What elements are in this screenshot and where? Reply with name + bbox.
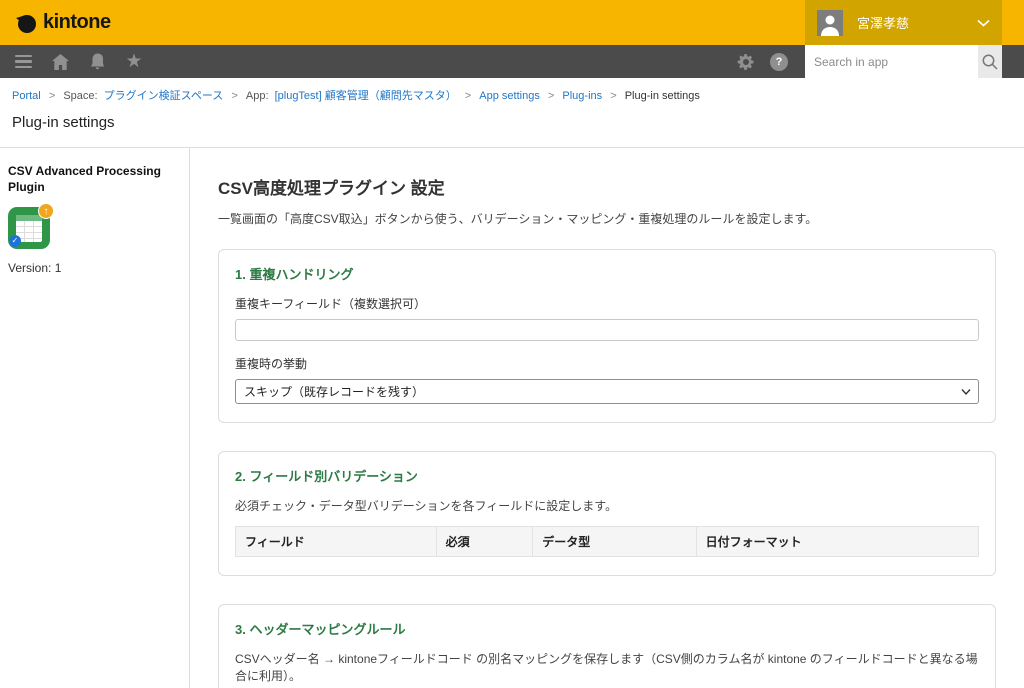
check-badge-icon: ✓: [9, 235, 21, 247]
app-header: kintone 宮澤孝慈: [0, 0, 1024, 45]
notifications-bell-icon[interactable]: [86, 51, 108, 73]
home-icon[interactable]: [49, 51, 71, 73]
breadcrumb-app-prefix: App:: [246, 90, 269, 102]
bell-glyph: [89, 52, 106, 71]
help-icon[interactable]: ?: [770, 53, 788, 71]
content: CSV Advanced Processing Plugin ↑ ✓ Versi…: [0, 148, 1024, 688]
chevron-down-icon: [977, 19, 990, 27]
duplicate-behavior-select[interactable]: スキップ（既存レコードを残す）: [235, 379, 979, 404]
hamburger-bars: [15, 55, 32, 69]
settings-title: CSV高度処理プラグイン 設定: [218, 174, 996, 199]
search-input[interactable]: [805, 45, 978, 78]
home-glyph: [51, 53, 70, 71]
section2-description: 必須チェック・データ型バリデーションを各フィールドに設定します。: [235, 497, 979, 514]
user-name: 宮澤孝慈: [857, 13, 977, 32]
section3-description: CSVヘッダー名 → kintoneフィールドコード の別名マッピングを保存しま…: [235, 650, 979, 684]
validation-table: フィールド 必須 データ型 日付フォーマット: [235, 526, 979, 557]
nav-bar: ★ ?: [0, 45, 1024, 78]
section-duplicate-handling: 1. 重複ハンドリング 重複キーフィールド（複数選択可） 重複時の挙動 スキップ…: [218, 249, 996, 423]
column-header-required: 必須: [436, 527, 533, 557]
breadcrumb-plugins[interactable]: Plug-ins: [562, 90, 602, 102]
hamburger-menu-icon[interactable]: [12, 51, 34, 73]
page-title: Plug-in settings: [0, 105, 1024, 147]
duplicate-key-field-input[interactable]: [235, 319, 979, 341]
plugin-name: CSV Advanced Processing Plugin: [8, 163, 179, 195]
gear-glyph: [736, 52, 756, 72]
section2-heading: 2. フィールド別バリデーション: [235, 466, 979, 485]
kintone-logo[interactable]: kintone: [14, 11, 111, 35]
nav-tools: ?: [735, 45, 788, 78]
star-glyph: ★: [125, 52, 142, 71]
section-header-mapping: 3. ヘッダーマッピングルール CSVヘッダー名 → kintoneフィールドコ…: [218, 604, 996, 688]
settings-description: 一覧画面の「高度CSV取込」ボタンから使う、バリデーション・マッピング・重複処理…: [218, 210, 996, 227]
section3-heading: 3. ヘッダーマッピングルール: [235, 619, 979, 638]
breadcrumb: Portal > Space: プラグイン検証スペース > App: [plug…: [0, 78, 1024, 105]
column-header-date-format: 日付フォーマット: [696, 527, 978, 557]
validation-table-header-row: フィールド 必須 データ型 日付フォーマット: [236, 527, 979, 557]
breadcrumb-app[interactable]: [plugTest] 顧客管理（顧問先マスタ）: [275, 90, 457, 102]
duplicate-behavior-select-wrap: スキップ（既存レコードを残す）: [235, 379, 979, 404]
breadcrumb-space-prefix: Space:: [63, 90, 97, 102]
plugin-sidebar: CSV Advanced Processing Plugin ↑ ✓ Versi…: [0, 148, 190, 688]
column-header-field: フィールド: [236, 527, 437, 557]
kintone-logo-text: kintone: [43, 11, 111, 34]
breadcrumb-separator: >: [465, 90, 471, 102]
plugin-settings-main: CSV高度処理プラグイン 設定 一覧画面の「高度CSV取込」ボタンから使う、バリ…: [190, 148, 1024, 688]
breadcrumb-current: Plug-in settings: [625, 90, 700, 102]
app-search: [805, 45, 1002, 78]
search-icon: [981, 53, 999, 71]
section1-heading: 1. 重複ハンドリング: [235, 264, 979, 283]
avatar: [817, 10, 843, 36]
duplicate-key-field-label: 重複キーフィールド（複数選択可）: [235, 295, 979, 312]
favorites-star-icon[interactable]: ★: [123, 51, 145, 73]
breadcrumb-portal[interactable]: Portal: [12, 90, 41, 102]
breadcrumb-separator: >: [610, 90, 616, 102]
breadcrumb-separator: >: [548, 90, 554, 102]
kintone-bird-icon: [14, 11, 38, 35]
breadcrumb-space[interactable]: プラグイン検証スペース: [104, 90, 224, 102]
breadcrumb-separator: >: [49, 90, 55, 102]
section-field-validation: 2. フィールド別バリデーション 必須チェック・データ型バリデーションを各フィー…: [218, 451, 996, 576]
column-header-data-type: データ型: [533, 527, 696, 557]
plugin-icon: ↑ ✓: [8, 207, 50, 249]
person-icon: [817, 10, 843, 36]
search-button[interactable]: [978, 45, 1002, 78]
settings-gear-icon[interactable]: [735, 51, 757, 73]
breadcrumb-separator: >: [231, 90, 237, 102]
plugin-version: Version: 1: [8, 261, 179, 275]
duplicate-behavior-label: 重複時の挙動: [235, 355, 979, 372]
breadcrumb-app-settings[interactable]: App settings: [479, 90, 540, 102]
upload-arrow-badge-icon: ↑: [38, 203, 54, 219]
user-menu[interactable]: 宮澤孝慈: [805, 0, 1002, 45]
